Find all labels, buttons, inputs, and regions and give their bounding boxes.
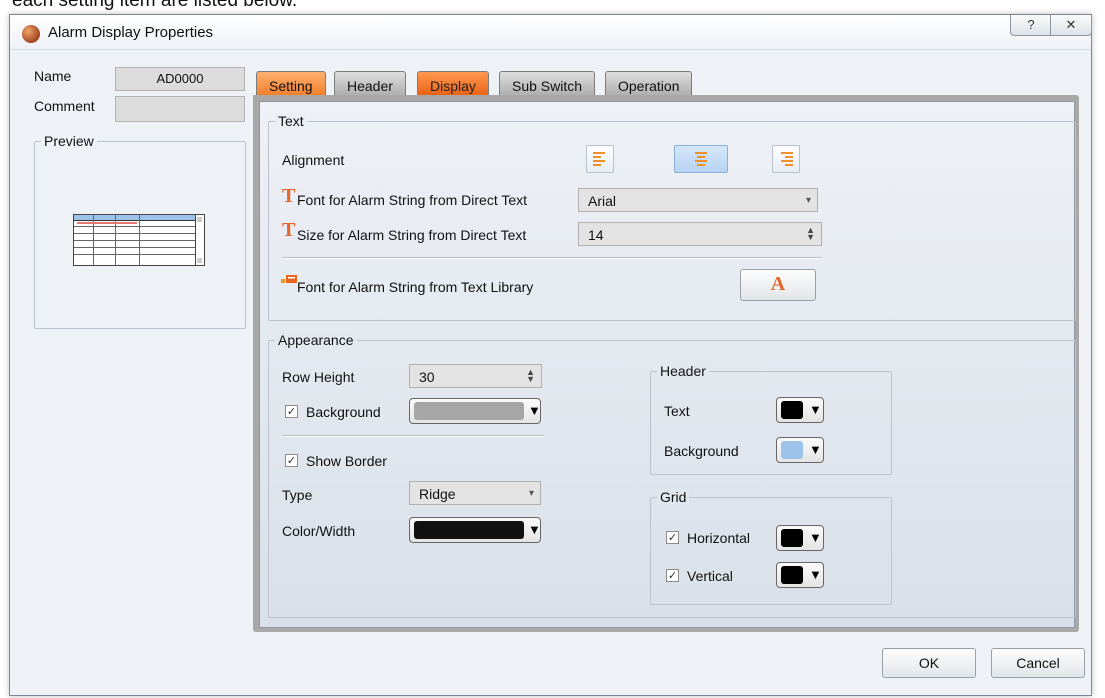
header-group: Header <box>650 363 892 475</box>
header-background-label: Background <box>664 443 739 459</box>
grid-horizontal-checkbox[interactable]: ✓ <box>666 531 679 544</box>
grid-group: Grid <box>650 489 892 605</box>
align-right-icon <box>781 152 793 166</box>
show-border-label: Show Border <box>306 453 387 469</box>
name-field: AD0000 <box>115 67 245 91</box>
size-t-icon: T <box>282 219 296 241</box>
chevron-down-icon: ▼ <box>809 530 822 545</box>
app-icon <box>22 25 40 43</box>
background-checkbox[interactable]: ✓ <box>285 405 298 418</box>
type-label: Type <box>282 487 313 503</box>
chevron-down-icon: ▼ <box>528 403 541 418</box>
tab-header[interactable]: Header <box>334 71 406 98</box>
size-direct-label: Size for Alarm String from Direct Text <box>297 227 527 243</box>
alarm-display-properties-dialog: Alarm Display Properties ? ✕ Name AD0000… <box>9 14 1092 696</box>
spinner-arrows-icon: ▲ ▼ <box>526 367 535 384</box>
text-divider <box>282 257 822 259</box>
font-direct-value: Arial <box>588 193 617 209</box>
chevron-down-icon: ▾ <box>805 195 811 206</box>
show-border-checkbox[interactable]: ✓ <box>285 454 298 467</box>
background-label: Background <box>306 404 381 420</box>
header-text-swatch <box>781 401 803 419</box>
tab-display[interactable]: Display <box>417 71 489 98</box>
tab-operation[interactable]: Operation <box>605 71 693 98</box>
comment-label: Comment <box>34 98 95 114</box>
ok-button[interactable]: OK <box>882 648 976 678</box>
row-height-value: 30 <box>419 369 435 385</box>
grid-horizontal-swatch <box>781 529 803 547</box>
chevron-down-icon: ▼ <box>528 522 541 537</box>
font-direct-dropdown[interactable]: Arial ▾ <box>578 188 818 212</box>
align-right-button[interactable] <box>772 145 800 173</box>
row-height-label: Row Height <box>282 369 355 385</box>
font-library-button[interactable]: A <box>740 269 816 301</box>
align-center-icon <box>695 152 707 166</box>
grid-horizontal-color-picker[interactable]: ▼ <box>776 525 824 551</box>
header-background-color-picker[interactable]: ▼ <box>776 437 824 463</box>
chevron-down-icon: ▾ <box>528 488 534 499</box>
document-caption: each setting item are listed below. <box>12 0 298 11</box>
name-label: Name <box>34 68 72 84</box>
close-button[interactable]: ✕ <box>1050 15 1092 36</box>
preview-label: Preview <box>41 133 97 149</box>
grid-vertical-swatch <box>781 566 803 584</box>
title-bar: Alarm Display Properties <box>10 15 1091 50</box>
comment-field[interactable] <box>115 96 245 122</box>
row-height-spinner[interactable]: 30 ▲ ▼ <box>409 364 542 388</box>
alignment-label: Alignment <box>282 152 345 168</box>
chevron-down-icon: ▼ <box>809 442 822 457</box>
text-library-icon <box>281 275 297 283</box>
font-t-icon: T <box>282 185 296 207</box>
background-color-picker[interactable]: ▼ <box>409 398 541 424</box>
grid-vertical-color-picker[interactable]: ▼ <box>776 562 824 588</box>
border-color-picker[interactable]: ▼ <box>409 517 541 543</box>
background-swatch <box>414 402 524 420</box>
tab-setting[interactable]: Setting <box>256 71 326 98</box>
font-a-icon: A <box>770 273 786 295</box>
header-group-title: Header <box>657 363 709 379</box>
header-text-color-picker[interactable]: ▼ <box>776 397 824 423</box>
chevron-down-icon: ▼ <box>809 402 822 417</box>
grid-group-title: Grid <box>657 489 690 505</box>
grid-vertical-label: Vertical <box>687 568 733 584</box>
border-type-dropdown[interactable]: Ridge ▾ <box>409 481 541 505</box>
appearance-title: Appearance <box>275 332 357 348</box>
preview-group: Preview <box>34 133 246 329</box>
align-center-button[interactable] <box>674 145 728 173</box>
text-group-title: Text <box>275 113 307 129</box>
border-type-value: Ridge <box>419 486 456 502</box>
appearance-divider <box>282 435 544 437</box>
font-direct-label: Font for Alarm String from Direct Text <box>297 192 528 208</box>
help-button[interactable]: ? <box>1010 15 1052 36</box>
grid-vertical-checkbox[interactable]: ✓ <box>666 569 679 582</box>
size-direct-spinner[interactable]: 14 ▲ ▼ <box>578 222 822 246</box>
alarm-table-preview-image <box>73 214 205 266</box>
header-text-label: Text <box>664 403 690 419</box>
color-width-label: Color/Width <box>282 523 356 539</box>
border-color-swatch <box>414 521 524 539</box>
align-left-icon <box>593 152 605 166</box>
cancel-button[interactable]: Cancel <box>991 648 1085 678</box>
spinner-arrows-icon: ▲ ▼ <box>806 225 815 242</box>
header-background-swatch <box>781 441 803 459</box>
align-left-button[interactable] <box>586 145 614 173</box>
grid-horizontal-label: Horizontal <box>687 530 751 546</box>
chevron-down-icon: ▼ <box>809 567 822 582</box>
font-library-label: Font for Alarm String from Text Library <box>297 279 534 295</box>
tab-sub-switch[interactable]: Sub Switch <box>499 71 596 98</box>
size-direct-value: 14 <box>588 227 604 243</box>
window-title: Alarm Display Properties <box>48 24 214 41</box>
